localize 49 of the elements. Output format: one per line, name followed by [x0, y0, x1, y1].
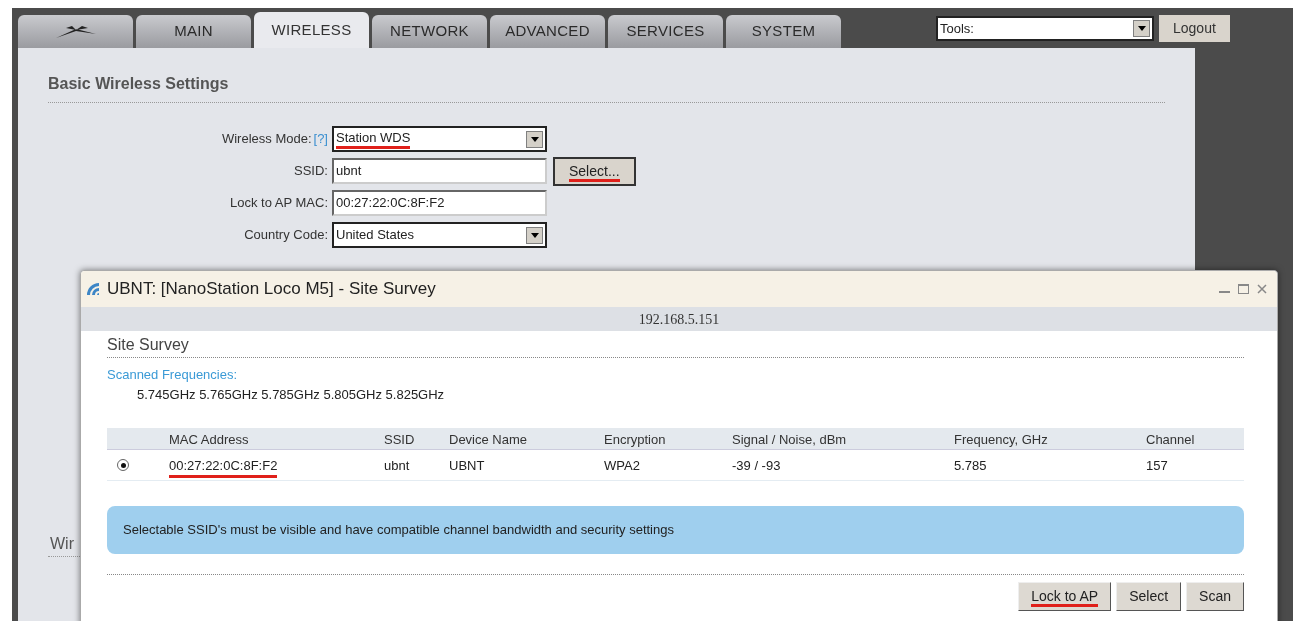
- column-header: Device Name: [449, 431, 528, 447]
- field-label: Country Code:: [244, 226, 328, 245]
- dropdown-caret-icon[interactable]: [526, 130, 543, 148]
- address-bar: 192.168.5.151: [81, 307, 1277, 331]
- maximize-icon[interactable]: [1238, 284, 1249, 294]
- table-cell: -39 / -93: [732, 458, 781, 473]
- close-icon[interactable]: [1257, 284, 1267, 294]
- column-header: Signal / Noise, dBm: [732, 431, 847, 447]
- column-header: MAC Address: [169, 431, 249, 447]
- field-label: Lock to AP MAC:: [229, 194, 328, 213]
- select-field[interactable]: United States: [332, 222, 547, 248]
- table-cell: 157: [1146, 458, 1168, 473]
- dropdown-caret-icon[interactable]: [1133, 20, 1150, 37]
- wifi-icon: [86, 282, 102, 296]
- logout-button[interactable]: Logout: [1159, 15, 1230, 42]
- notice-banner: Selectable SSID's must be visible and have compatible channel bandwidth and security settings: [107, 506, 1244, 554]
- input-field[interactable]: ubnt: [332, 158, 547, 184]
- input-field[interactable]: 00:27:22:0C:8F:F2: [332, 190, 547, 216]
- nav-tab[interactable]: ADVANCED: [490, 15, 605, 48]
- table-cell: UBNT: [449, 458, 485, 473]
- radio-button[interactable]: [117, 459, 129, 471]
- dialog-heading: Site Survey: [107, 331, 1244, 358]
- table-cell: ubnt: [384, 458, 410, 473]
- dialog-button[interactable]: Lock to AP: [1018, 582, 1112, 611]
- nav-tab[interactable]: NETWORK: [372, 15, 487, 48]
- column-header: SSID: [384, 431, 415, 447]
- home-tab[interactable]: [18, 15, 133, 48]
- section-title: Basic Wireless Settings: [48, 72, 1165, 103]
- select-field[interactable]: Station WDS: [332, 126, 547, 152]
- tools-dropdown[interactable]: Tools:: [936, 16, 1154, 41]
- dialog-button[interactable]: Scan: [1186, 582, 1244, 611]
- column-header: Channel: [1146, 431, 1195, 447]
- table-cell: 5.785: [954, 458, 987, 473]
- table-cell: 00:27:22:0C:8F:F2: [169, 458, 278, 478]
- nav-tab[interactable]: SERVICES: [608, 15, 723, 48]
- nav-tab[interactable]: SYSTEM: [726, 15, 841, 48]
- table-cell: WPA2: [604, 458, 640, 473]
- column-header: Encryption: [604, 431, 666, 447]
- select-button[interactable]: Select...: [553, 156, 636, 186]
- nav-tab[interactable]: MAIN: [136, 15, 251, 48]
- dialog-button[interactable]: Select: [1116, 582, 1182, 611]
- dropdown-caret-icon[interactable]: [526, 226, 543, 244]
- field-label: SSID:: [294, 162, 328, 181]
- dialog-title: UBNT: [NanoStation Loco M5] - Site Survey: [107, 278, 436, 301]
- column-header: Frequency, GHz: [954, 431, 1048, 447]
- nav-tab[interactable]: WIRELESS: [254, 12, 369, 48]
- frequencies-label: Scanned Frequencies:: [107, 366, 239, 384]
- frequencies-text: 5.745GHz 5.765GHz 5.785GHz 5.805GHz 5.825GHz: [136, 385, 446, 404]
- field-label: Wireless Mode:: [221, 130, 312, 149]
